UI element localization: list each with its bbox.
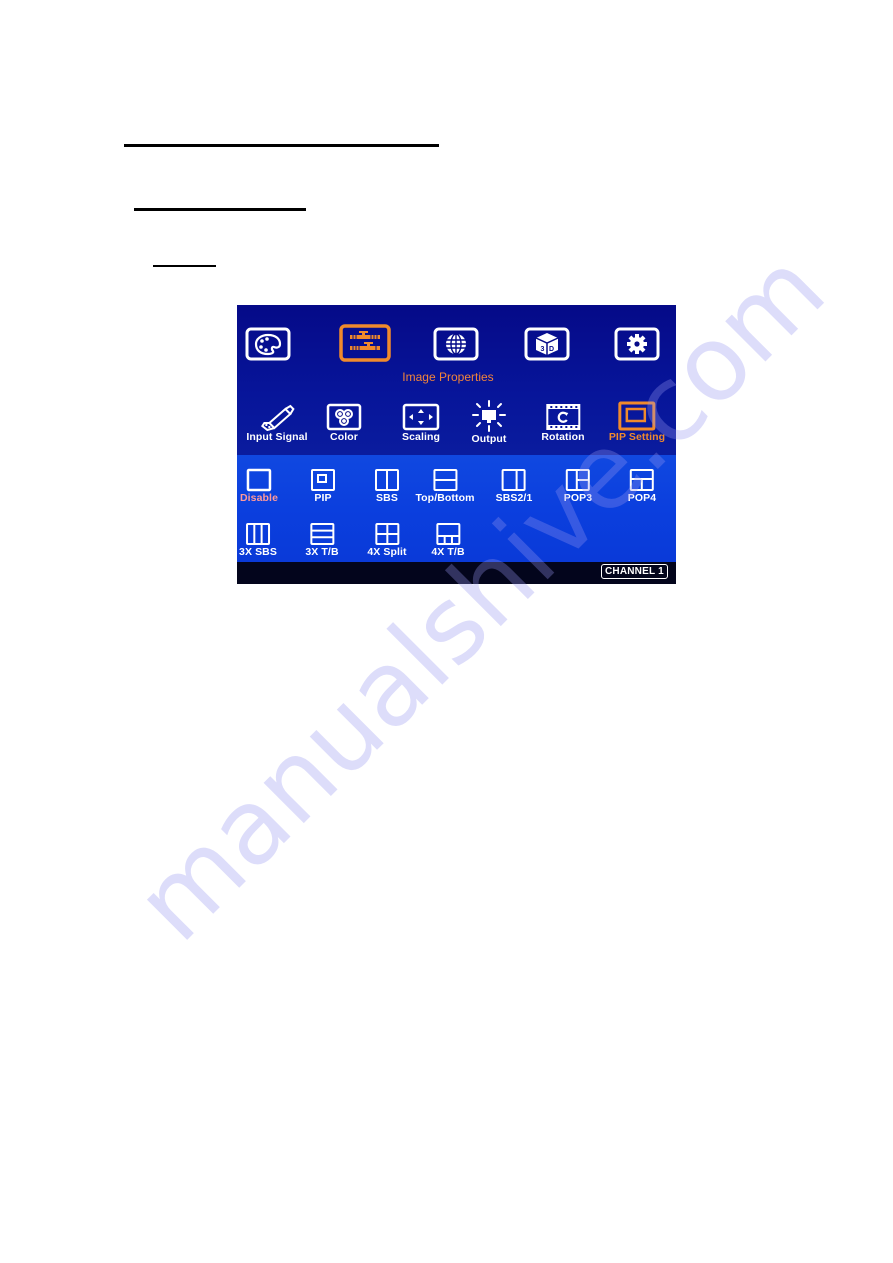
pip-mode-4x-split[interactable]: 4X Split: [367, 522, 407, 558]
menu-3d[interactable]: 3 D: [524, 327, 570, 361]
sbs2-1-layout-icon: [501, 469, 526, 491]
gear-icon: [614, 327, 660, 361]
pip-mode-label: POP4: [627, 492, 657, 504]
pip-mode-top-bottom[interactable]: Top/Bottom: [415, 468, 474, 504]
pip-mode-4x-tb[interactable]: 4X T/B: [431, 522, 465, 558]
pip-mode-3x-sbs[interactable]: 3X SBS: [239, 522, 277, 558]
sbs-layout-icon: [375, 469, 399, 491]
submenu-color[interactable]: Color: [326, 403, 362, 443]
heading-underline-1: [124, 144, 439, 147]
submenu-label: Scaling: [401, 431, 441, 443]
pip-mode-label: 3X T/B: [305, 546, 339, 558]
submenu-label: Rotation: [541, 431, 585, 443]
pip-mode-sbs2-1[interactable]: SBS2/1: [496, 468, 533, 504]
menu-globe[interactable]: [433, 327, 479, 361]
output-monitor-icon: [472, 400, 506, 432]
pip-mode-label: 3X SBS: [239, 546, 277, 558]
menu-palette[interactable]: [245, 327, 291, 361]
heading-underline-2: [134, 208, 306, 211]
submenu-rotation[interactable]: Rotation: [541, 403, 585, 443]
3x-sbs-layout-icon: [245, 523, 270, 545]
channel-badge: CHANNEL 1: [601, 564, 668, 579]
top-bottom-layout-icon: [433, 469, 457, 491]
3d-cube-icon: 3 D: [524, 327, 570, 361]
osd-menu-screenshot: 3 D Image Properties Input Signal Color …: [237, 305, 676, 584]
submenu-label: Input Signal: [246, 431, 308, 443]
pip-mode-label: Top/Bottom: [415, 492, 475, 504]
pop4-layout-icon: [629, 469, 654, 491]
menu-settings[interactable]: [614, 327, 660, 361]
pip-mode-label: 4X Split: [367, 546, 407, 558]
submenu-pip-setting[interactable]: PIP Setting: [609, 401, 665, 443]
submenu-scaling[interactable]: Scaling: [402, 403, 440, 443]
pip-mode-pop4[interactable]: POP4: [628, 468, 656, 504]
submenu-label: Color: [330, 431, 358, 443]
palette-icon: [245, 327, 291, 361]
pip-mode-label: Disable: [239, 492, 279, 504]
4x-tb-layout-icon: [436, 523, 460, 545]
pip-mode-sbs[interactable]: SBS: [374, 468, 400, 504]
pip-mode-pip[interactable]: PIP: [310, 468, 336, 504]
3x-tb-layout-icon: [310, 523, 334, 545]
pip-mode-3x-tb[interactable]: 3X T/B: [305, 522, 339, 558]
image-properties-icon: [339, 324, 391, 362]
pip-mode-disable[interactable]: Disable: [240, 468, 278, 504]
disable-layout-icon: [246, 468, 272, 492]
menu-image-properties[interactable]: [339, 324, 391, 362]
svg-text:3: 3: [541, 346, 545, 353]
pip-mode-label: POP3: [563, 492, 593, 504]
svg-text:D: D: [549, 346, 554, 353]
category-title: Image Properties: [402, 370, 494, 384]
submenu-input-signal[interactable]: Input Signal: [246, 401, 308, 443]
pip-mode-label: SBS: [376, 492, 398, 504]
pip-mode-label: SBS2/1: [495, 492, 533, 504]
pop3-layout-icon: [565, 469, 590, 491]
submenu-output[interactable]: Output: [471, 399, 507, 445]
heading-underline-3: [153, 265, 216, 267]
rotation-film-icon: [546, 404, 580, 430]
pip-window-icon: [618, 401, 656, 431]
submenu-label: PIP Setting: [608, 431, 666, 443]
color-circles-icon: [326, 403, 362, 431]
submenu-label: Output: [471, 433, 507, 445]
usb-plug-icon: [260, 404, 295, 431]
scaling-arrows-icon: [402, 403, 440, 431]
globe-icon: [433, 327, 479, 361]
pip-mode-label: 4X T/B: [431, 546, 465, 558]
pip-mode-label: PIP: [314, 492, 332, 504]
pip-layout-icon: [311, 469, 335, 491]
4x-split-layout-icon: [375, 523, 399, 545]
pip-mode-pop3[interactable]: POP3: [564, 468, 592, 504]
